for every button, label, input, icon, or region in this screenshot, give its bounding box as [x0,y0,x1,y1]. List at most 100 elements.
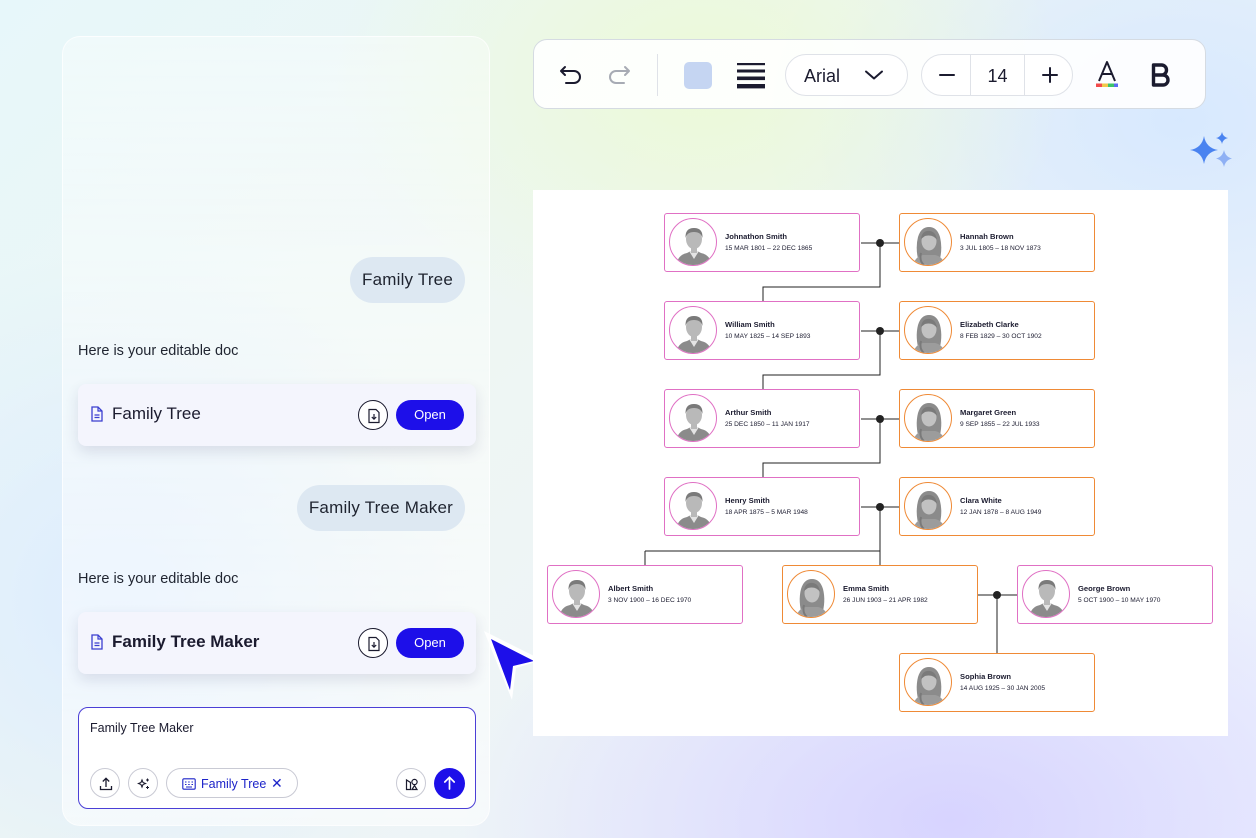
male-avatar-icon [676,404,712,441]
person-name: Johnathon Smith [725,232,788,241]
avatar [669,306,717,354]
download-button[interactable] [358,400,388,430]
font-color-icon[interactable] [1094,60,1120,88]
avatar [904,306,952,354]
person-name: Sophia Brown [960,672,1012,681]
upload-button[interactable] [90,768,120,798]
person-card[interactable]: George Brown 5 OCT 1900 – 10 MAY 1970 [1017,565,1213,624]
person-card[interactable]: Margaret Green 9 SEP 1855 – 22 JUL 1933 [899,389,1095,448]
family-tree-canvas[interactable]: Johnathon Smith 15 MAR 1801 – 22 DEC 186… [533,190,1228,736]
toolbar-divider [657,54,658,96]
person-name: Clara White [960,496,1002,505]
female-avatar-icon [912,314,946,353]
avatar [669,218,717,266]
person-name: Hannah Brown [960,232,1014,241]
person-card[interactable]: Emma Smith 26 JUN 1903 – 21 APR 1982 [782,565,978,624]
avatar [552,570,600,618]
male-avatar-icon [676,316,712,353]
font-family-value: Arial [804,66,841,86]
upload-icon [99,777,113,791]
tree-connectors [644,239,1017,653]
avatar [669,394,717,442]
decrease-size-button[interactable] [922,55,971,95]
arrow-up-icon [443,776,456,790]
avatar [787,570,835,618]
open-button[interactable]: Open [396,400,464,430]
chat-panel: Family Tree Here is your editable doc Fa… [62,36,490,826]
avatar [669,482,717,530]
keyboard-icon [182,778,196,790]
user-message: Family Tree [350,257,465,303]
avatar [904,482,952,530]
plus-icon [1042,67,1058,83]
redo-icon[interactable] [606,62,632,88]
bold-icon[interactable] [1151,63,1171,87]
document-icon [91,634,103,650]
prompt-input[interactable]: Family Tree Maker Family Tree ✕ [78,707,476,809]
doc-card-family-tree[interactable]: Family Tree Open [78,384,476,446]
context-chip[interactable]: Family Tree ✕ [166,768,298,798]
person-card[interactable]: Hannah Brown 3 JUL 1805 – 18 NOV 1873 [899,213,1095,272]
person-card[interactable]: Henry Smith 18 APR 1875 – 5 MAR 1948 [664,477,860,536]
person-card[interactable]: William Smith 10 MAY 1825 – 14 SEP 1893 [664,301,860,360]
person-name: Albert Smith [608,584,654,593]
person-name: Henry Smith [725,496,770,505]
person-name: Elizabeth Clarke [960,320,1019,329]
person-dates: 12 JAN 1878 – 8 AUG 1949 [960,509,1042,516]
person-name: William Smith [725,320,775,329]
document-icon [91,406,103,422]
person-dates: 8 FEB 1829 – 30 OCT 1902 [960,333,1042,340]
send-button[interactable] [434,768,465,799]
chevron-down-icon [865,70,883,80]
female-avatar-icon [912,666,946,705]
avatar [904,218,952,266]
person-name: Margaret Green [960,408,1017,417]
avatar [904,658,952,706]
chip-remove-icon[interactable]: ✕ [271,775,283,792]
avatar [904,394,952,442]
person-name: Emma Smith [843,584,889,593]
sparkle-icon [1190,132,1232,167]
person-card[interactable]: Sophia Brown 14 AUG 1925 – 30 JAN 2005 [899,653,1095,712]
person-dates: 3 NOV 1900 – 16 DEC 1970 [608,597,692,604]
person-dates: 14 AUG 1925 – 30 JAN 2005 [960,685,1046,692]
male-avatar-icon [676,492,712,529]
open-button[interactable]: Open [396,628,464,658]
font-family-select[interactable]: Arial [785,54,908,96]
prompt-input-value[interactable]: Family Tree Maker [90,721,194,735]
union-dot [993,591,1001,599]
person-card[interactable]: Arthur Smith 25 DEC 1850 – 11 JAN 1917 [664,389,860,448]
union-dot [876,327,884,335]
female-avatar-icon [912,226,946,265]
doc-card-family-tree-maker[interactable]: Family Tree Maker Open [78,612,476,674]
person-dates: 15 MAR 1801 – 22 DEC 1865 [725,245,813,252]
person-card[interactable]: Clara White 12 JAN 1878 – 8 AUG 1949 [899,477,1095,536]
avatar [1022,570,1070,618]
person-dates: 25 DEC 1850 – 11 JAN 1917 [725,421,810,428]
union-dot [876,503,884,511]
person-dates: 10 MAY 1825 – 14 SEP 1893 [725,333,811,340]
doc-title: Family Tree Maker [112,632,260,651]
increase-size-button[interactable] [1024,55,1073,95]
undo-icon[interactable] [558,62,584,88]
person-card[interactable]: Elizabeth Clarke 8 FEB 1829 – 30 OCT 190… [899,301,1095,360]
font-size-value[interactable]: 14 [971,66,1024,87]
person-dates: 3 JUL 1805 – 18 NOV 1873 [960,245,1041,252]
person-dates: 9 SEP 1855 – 22 JUL 1933 [960,421,1040,428]
minus-icon [939,74,955,76]
assistant-message: Here is your editable doc [78,571,239,587]
fill-color-swatch[interactable] [684,62,712,89]
assistant-message: Here is your editable doc [78,343,239,359]
magic-button[interactable] [128,768,158,798]
person-card[interactable]: Albert Smith 3 NOV 1900 – 16 DEC 1970 [547,565,743,624]
male-avatar-icon [559,580,595,617]
download-button[interactable] [358,628,388,658]
person-card[interactable]: Johnathon Smith 15 MAR 1801 – 22 DEC 186… [664,213,860,272]
male-avatar-icon [676,228,712,265]
line-style-icon[interactable] [737,62,765,89]
download-icon [368,408,380,424]
person-name: George Brown [1078,584,1131,593]
shapes-button[interactable] [396,768,426,798]
person-dates: 26 JUN 1903 – 21 APR 1982 [843,597,928,604]
union-dot [876,415,884,423]
